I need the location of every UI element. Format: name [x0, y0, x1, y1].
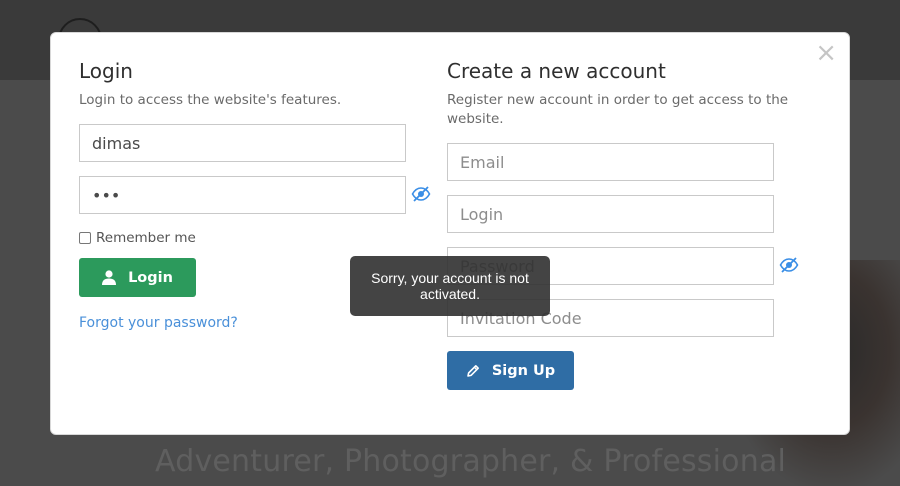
register-subtitle: Register new account in order to get acc… — [447, 92, 789, 127]
login-subtitle: Login to access the website's features. — [79, 92, 342, 108]
close-icon[interactable]: × — [815, 39, 837, 67]
register-section: Create a new account Register new accoun… — [447, 59, 817, 390]
forgot-password-link[interactable]: Forgot your password? — [79, 315, 238, 331]
login-title: Login — [79, 59, 133, 83]
register-login-input[interactable] — [447, 195, 774, 233]
auth-modal: × Login Login to access the website's fe… — [50, 32, 850, 435]
background-tagline: Adventurer, Photographer, & Professional — [155, 444, 787, 479]
eye-slash-icon[interactable] — [779, 255, 799, 275]
remember-me[interactable]: Remember me — [79, 230, 439, 246]
register-title: Create a new account — [447, 59, 666, 83]
toast-message: Sorry, your account is not activated. — [371, 270, 529, 302]
username-field-wrap — [79, 124, 406, 162]
error-toast: Sorry, your account is not activated. — [350, 256, 550, 316]
email-field-wrap — [447, 143, 774, 181]
email-input[interactable] — [447, 143, 774, 181]
login-button[interactable]: Login — [79, 258, 196, 297]
remember-checkbox[interactable] — [79, 232, 91, 244]
password-field-wrap — [79, 176, 431, 214]
username-input[interactable] — [79, 124, 406, 162]
signup-button[interactable]: Sign Up — [447, 351, 574, 390]
remember-label: Remember me — [96, 230, 196, 246]
signup-button-label: Sign Up — [491, 362, 556, 379]
login-button-label: Login — [128, 269, 173, 286]
password-input[interactable] — [79, 176, 406, 214]
eye-slash-icon[interactable] — [411, 184, 431, 204]
user-icon — [102, 270, 117, 285]
register-login-field-wrap — [447, 195, 774, 233]
pencil-icon — [466, 364, 480, 378]
